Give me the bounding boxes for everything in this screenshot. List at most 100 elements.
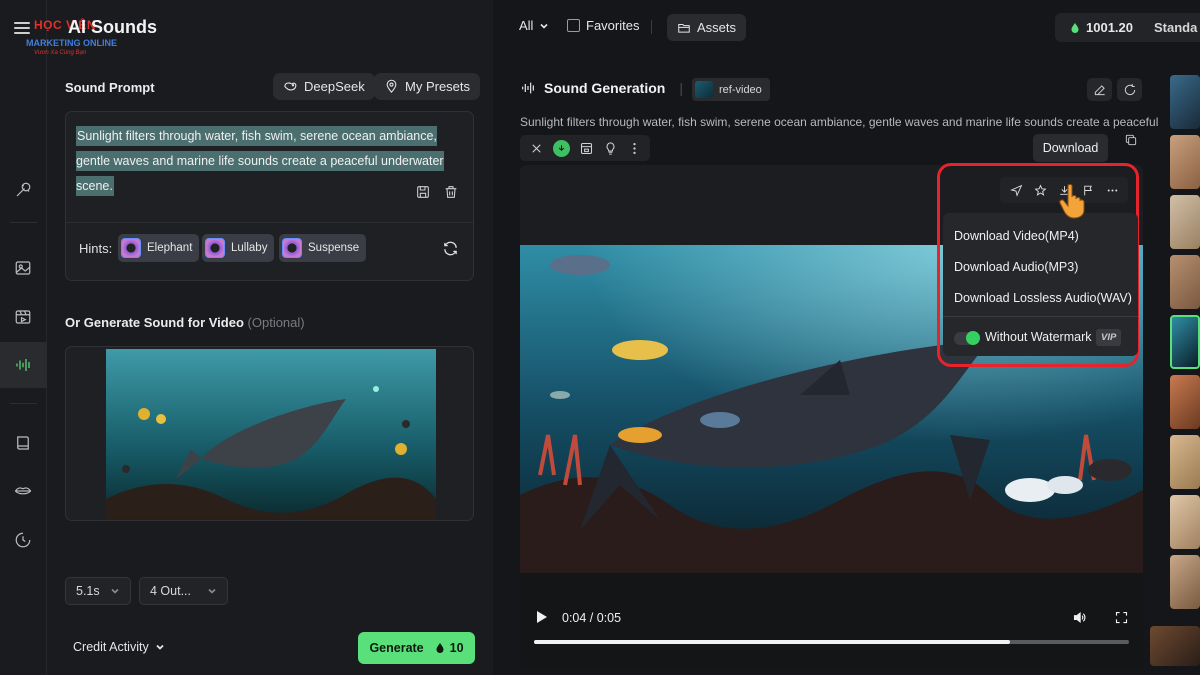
credit-activity-label: Credit Activity (73, 640, 149, 654)
download-status-icon[interactable] (552, 139, 570, 157)
chevron-down-icon (540, 23, 549, 29)
generation-description: Sunlight filters through water, fish swi… (520, 115, 1159, 129)
download-video-mp4[interactable]: Download Video(MP4) (954, 229, 1079, 243)
chevron-down-icon (156, 644, 164, 650)
download-tooltip: Download (1033, 134, 1108, 162)
refresh-hints-icon[interactable] (442, 240, 459, 262)
hint-chip-elephant[interactable]: Elephant (118, 234, 200, 262)
image-icon[interactable] (12, 257, 34, 279)
assets-label: Assets (697, 20, 737, 35)
main-area: All Favorites Assets 1001.20 Standa Soun… (493, 0, 1200, 675)
credit-activity-dropdown[interactable]: Credit Activity (73, 640, 165, 654)
reference-video-box[interactable] (65, 346, 474, 521)
video-section-title: Or Generate Sound for Video (Optional) (65, 315, 305, 330)
more-horizontal-icon[interactable] (1106, 184, 1119, 197)
player-controls: 0:04 / 0:05 (520, 573, 1143, 668)
webcam-overlay (1150, 626, 1200, 666)
outputs-value: 4 Out... (150, 584, 191, 598)
favorites-checkbox[interactable] (567, 19, 580, 32)
history-thumb[interactable] (1170, 435, 1200, 489)
star-icon[interactable] (1033, 184, 1047, 197)
my-presets-label: My Presets (405, 79, 471, 94)
download-menu: Download Video(MP4) Download Audio(MP3) … (943, 213, 1138, 356)
watermark-toggle[interactable] (954, 331, 980, 345)
chevron-down-icon (208, 588, 216, 594)
lips-icon[interactable] (12, 480, 34, 502)
hint-thumb-icon (205, 238, 225, 258)
download-audio-mp3[interactable]: Download Audio(MP3) (954, 260, 1078, 274)
logo-subtitle: MARKETING ONLINE (26, 38, 117, 48)
book-icon[interactable] (12, 432, 34, 454)
progress-fill (534, 640, 1010, 644)
trash-icon[interactable] (443, 184, 459, 200)
hint-chip-lullaby[interactable]: Lullaby (202, 234, 275, 262)
ref-video-thumb (695, 81, 713, 98)
deepseek-button[interactable]: DeepSeek (273, 73, 375, 100)
history-thumb[interactable] (1170, 135, 1200, 189)
progress-bar[interactable] (534, 640, 1129, 644)
edit-button[interactable] (1087, 78, 1112, 101)
history-thumb[interactable] (1170, 375, 1200, 429)
hand-cursor-icon (1059, 184, 1085, 219)
left-rail (0, 0, 47, 675)
history-thumb[interactable] (1170, 195, 1200, 249)
generate-button[interactable]: Generate 10 (358, 632, 475, 664)
sound-nav-active[interactable] (0, 342, 47, 388)
favorites-filter[interactable]: Favorites (567, 18, 639, 33)
history-thumb[interactable] (1170, 75, 1200, 129)
layers-icon[interactable] (579, 141, 594, 156)
history-thumb[interactable] (1170, 255, 1200, 309)
credits-value: 1001.20 (1086, 20, 1133, 35)
outputs-select[interactable]: 4 Out... (139, 577, 228, 605)
sound-generation-header: Sound Generation | (520, 80, 683, 96)
effects-icon[interactable] (12, 179, 34, 201)
lightbulb-icon[interactable] (603, 141, 618, 156)
section-title: Sound Generation (544, 80, 666, 96)
history-icon[interactable] (12, 529, 34, 551)
volume-icon[interactable] (1072, 610, 1087, 630)
prompt-textarea[interactable]: Sunlight filters through water, fish swi… (76, 124, 446, 199)
hints-label: Hints: (79, 241, 113, 256)
credits-balance[interactable]: 1001.20 Standa (1055, 13, 1200, 42)
deepseek-label: DeepSeek (304, 79, 365, 94)
video-icon[interactable] (12, 306, 34, 328)
waveform-icon (12, 354, 34, 376)
download-audio-wav[interactable]: Download Lossless Audio(WAV) (954, 291, 1132, 305)
app-title: AI Sounds (68, 17, 157, 37)
prompt-box[interactable]: Sunlight filters through water, fish swi… (65, 111, 474, 281)
fullscreen-icon[interactable] (1114, 610, 1129, 630)
save-icon[interactable] (415, 184, 431, 200)
more-vertical-icon[interactable] (627, 141, 642, 156)
copy-icon[interactable] (1124, 133, 1138, 152)
history-thumb[interactable] (1170, 495, 1200, 549)
credit-drop-icon (436, 643, 444, 653)
history-thumb[interactable] (1170, 555, 1200, 609)
assets-button[interactable]: Assets (667, 14, 747, 41)
playback-time: 0:04 / 0:05 (562, 611, 622, 625)
hint-label: Elephant (147, 242, 193, 254)
filter-all-dropdown[interactable]: All (519, 18, 549, 33)
vip-badge: VIP (1096, 329, 1122, 346)
filter-all-label: All (519, 18, 534, 33)
reference-video-thumbnail (106, 349, 436, 519)
my-presets-button[interactable]: My Presets (374, 73, 481, 100)
history-thumb-selected[interactable] (1170, 315, 1200, 369)
left-panel: HỌC VIỆN MARKETING ONLINE Vươn Xa Cùng B… (14, 0, 493, 675)
play-icon[interactable] (536, 610, 548, 629)
regenerate-button[interactable] (1117, 78, 1142, 101)
result-toolbar (520, 135, 650, 161)
ref-video-label: ref-video (719, 83, 762, 96)
logo-tagline: Vươn Xa Cùng Bạn (34, 50, 87, 56)
close-icon[interactable] (529, 141, 544, 156)
favorites-label: Favorites (586, 18, 640, 33)
ref-video-chip[interactable]: ref-video (692, 78, 770, 101)
hint-chip-suspense[interactable]: Suspense (279, 234, 367, 262)
optional-label: (Optional) (247, 315, 305, 330)
plan-label[interactable]: Standa (1154, 20, 1197, 35)
send-icon[interactable] (1009, 184, 1023, 197)
generate-cost: 10 (449, 641, 464, 655)
hint-label: Lullaby (231, 242, 268, 254)
edit-icon (1094, 84, 1105, 95)
generate-label: Generate (369, 641, 424, 655)
duration-select[interactable]: 5.1s (65, 577, 131, 605)
